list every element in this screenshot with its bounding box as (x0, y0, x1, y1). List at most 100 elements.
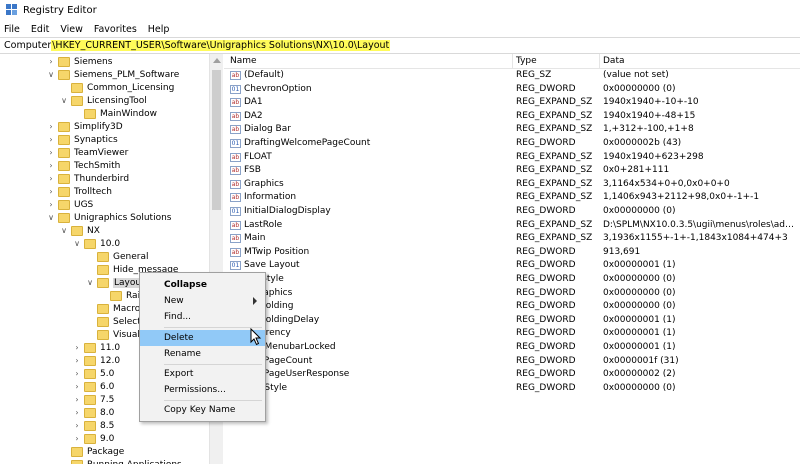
value-row[interactable]: ab Main REG_EXPAND_SZ 3,1936x1155+-1+-1,184… (224, 232, 800, 246)
value-row[interactable]: 01omePageCountREG_DWORD0x0000001f (31) (224, 355, 800, 369)
value-row[interactable]: 01h GraphicsREG_DWORD0x00000000 (0) (224, 287, 800, 301)
value-row[interactable]: 01 InitialDialogDisplay REG_DWORD 0x0000000… (224, 205, 800, 219)
value-row[interactable]: 01omePageUserResponseREG_DWORD0x00000002… (224, 368, 800, 382)
tree-item[interactable]: › 8.0 (72, 406, 114, 419)
tree-item[interactable]: › Siemens (46, 55, 112, 68)
menu-rename[interactable]: Rename (140, 346, 265, 362)
tree-item[interactable]: › Thunderbird (46, 172, 129, 185)
chevron-right-icon[interactable]: › (72, 369, 82, 378)
chevron-down-icon[interactable]: ∨ (85, 278, 95, 287)
menu-find[interactable]: Find... (140, 309, 265, 325)
chevron-right-icon[interactable]: › (46, 161, 56, 170)
value-row[interactable]: ab FLOAT REG_EXPAND_SZ 1940x1940+623+298 (224, 151, 800, 165)
value-row[interactable]: ab Graphics REG_EXPAND_SZ 3,1164x534+0+0,0x… (224, 178, 800, 192)
value-row[interactable]: 01 DraftingWelcomePageCount REG_DWORD 0x000… (224, 137, 800, 151)
column-data[interactable]: Data (603, 56, 625, 66)
value-row[interactable]: ab FSB REG_EXPAND_SZ 0x0+281+111 (224, 164, 800, 178)
chevron-down-icon[interactable]: ∨ (46, 70, 56, 79)
tree-item[interactable]: › 9.0 (72, 432, 114, 445)
scroll-thumb[interactable] (212, 70, 221, 210)
tree-item[interactable]: › 8.5 (72, 419, 114, 432)
chevron-right-icon[interactable]: › (46, 200, 56, 209)
tree-item-label: 8.5 (100, 420, 115, 431)
chevron-down-icon[interactable]: ∨ (72, 239, 82, 248)
values-list[interactable]: Name Type Data ab (Default) REG_SZ (value n… (224, 54, 800, 464)
tree-item[interactable]: Common_Licensing (59, 81, 174, 94)
chevron-right-icon[interactable]: › (72, 395, 82, 404)
tree-item[interactable]: General (85, 250, 148, 263)
chevron-right-icon[interactable]: › (72, 356, 82, 365)
chevron-right-icon[interactable]: › (72, 434, 82, 443)
value-row[interactable]: 01UserMenubarLockedREG_DWORD0x00000001 (… (224, 341, 800, 355)
menu-file[interactable]: File (4, 24, 20, 35)
tree-item[interactable]: Running Applications (59, 458, 182, 464)
chevron-down-icon[interactable]: ∨ (59, 226, 69, 235)
menu-help[interactable]: Help (148, 24, 170, 35)
tree-item[interactable]: ∨ Unigraphics Solutions (46, 211, 172, 224)
tree-item[interactable]: › 5.0 (72, 367, 114, 380)
tree-item[interactable]: › 11.0 (72, 341, 120, 354)
tree-item[interactable]: › 6.0 (72, 380, 114, 393)
chevron-right-icon[interactable]: › (46, 122, 56, 131)
tree-item[interactable]: › TechSmith (46, 159, 120, 172)
address-bar[interactable]: Computer \HKEY_CURRENT_USER\Software\Unig… (0, 37, 800, 54)
tree-item[interactable]: Rai (98, 289, 140, 302)
chevron-right-icon[interactable]: › (72, 408, 82, 417)
value-row[interactable]: 01ows StyleREG_DWORD0x00000000 (0) (224, 382, 800, 396)
chevron-right-icon[interactable]: › (46, 174, 56, 183)
menu-view[interactable]: View (60, 24, 83, 35)
string-value-icon: ab (230, 125, 241, 135)
menu-copy-key-name[interactable]: Copy Key Name (140, 402, 265, 418)
value-row[interactable]: ab MTwip Position REG_DWORD 913,691 (224, 246, 800, 260)
column-type[interactable]: Type (516, 56, 537, 66)
tree-item[interactable]: Visuali (85, 328, 142, 341)
tree-item[interactable]: › Trolltech (46, 185, 112, 198)
menu-delete[interactable]: Delete (140, 330, 265, 346)
menu-collapse[interactable]: Collapse (140, 277, 265, 293)
chevron-down-icon[interactable]: ∨ (46, 213, 56, 222)
menu-new[interactable]: New (140, 293, 265, 309)
menu-export[interactable]: Export (140, 366, 265, 382)
tree-item[interactable]: MainWindow (72, 107, 157, 120)
chevron-down-icon[interactable]: ∨ (59, 96, 69, 105)
menu-permissions[interactable]: Permissions... (140, 382, 265, 398)
scroll-up-icon[interactable] (213, 58, 221, 63)
value-row[interactable]: 01enuFoldingREG_DWORD0x00000000 (0) (224, 300, 800, 314)
tree-item[interactable]: Macro (85, 302, 140, 315)
folder-icon (84, 420, 96, 431)
tree-item[interactable]: › 7.5 (72, 393, 114, 406)
value-row[interactable]: 01 Save Layout REG_DWORD 0x00000001 (1) (224, 259, 800, 273)
tree-item[interactable]: ∨ Siemens_PLM_Software (46, 68, 179, 81)
value-row[interactable]: ab DA1 REG_EXPAND_SZ 1940x1940+-10+-10 (224, 96, 800, 110)
tree-item[interactable]: › UGS (46, 198, 93, 211)
value-row[interactable]: 01enuFoldingDelayREG_DWORD0x00000001 (1) (224, 314, 800, 328)
value-row[interactable]: 01me StyleREG_DWORD0x00000000 (0) (224, 273, 800, 287)
chevron-right-icon[interactable]: › (72, 343, 82, 352)
chevron-right-icon[interactable]: › (46, 148, 56, 157)
column-name[interactable]: Name (230, 56, 257, 66)
menu-favorites[interactable]: Favorites (94, 24, 137, 35)
tree-item[interactable]: ∨ LicensingTool (59, 94, 147, 107)
value-row[interactable]: ab (Default) REG_SZ (value not set) (224, 69, 800, 83)
chevron-right-icon[interactable]: › (46, 57, 56, 66)
tree-item[interactable]: Selecti (85, 315, 143, 328)
value-row[interactable]: ab Dialog Bar REG_EXPAND_SZ 1,+312+-100,+1+… (224, 123, 800, 137)
tree-item[interactable]: ∨ NX (59, 224, 100, 237)
tree-item[interactable]: › 12.0 (72, 354, 120, 367)
value-row[interactable]: 01 ChevronOption REG_DWORD 0x00000000 (0) (224, 83, 800, 97)
tree-item[interactable]: › TeamViewer (46, 146, 128, 159)
tree-item[interactable]: › Simplify3D (46, 120, 123, 133)
menu-edit[interactable]: Edit (31, 24, 49, 35)
value-row[interactable]: ab Information REG_EXPAND_SZ 1,1406x943+211… (224, 191, 800, 205)
chevron-right-icon[interactable]: › (72, 382, 82, 391)
chevron-right-icon[interactable]: › (46, 187, 56, 196)
tree-item[interactable]: Package (59, 445, 124, 458)
tree-item[interactable]: ∨ Layout (85, 276, 146, 289)
chevron-right-icon[interactable]: › (72, 421, 82, 430)
value-row[interactable]: ab DA2 REG_EXPAND_SZ 1940x1940+-48+15 (224, 110, 800, 124)
chevron-right-icon[interactable]: › (46, 135, 56, 144)
tree-item[interactable]: ∨ 10.0 (72, 237, 120, 250)
tree-item[interactable]: › Synaptics (46, 133, 118, 146)
value-row[interactable]: 01nsparencyREG_DWORD0x00000001 (1) (224, 327, 800, 341)
value-row[interactable]: ab LastRole REG_EXPAND_SZ D:\SPLM\NX10.0.3.… (224, 219, 800, 233)
